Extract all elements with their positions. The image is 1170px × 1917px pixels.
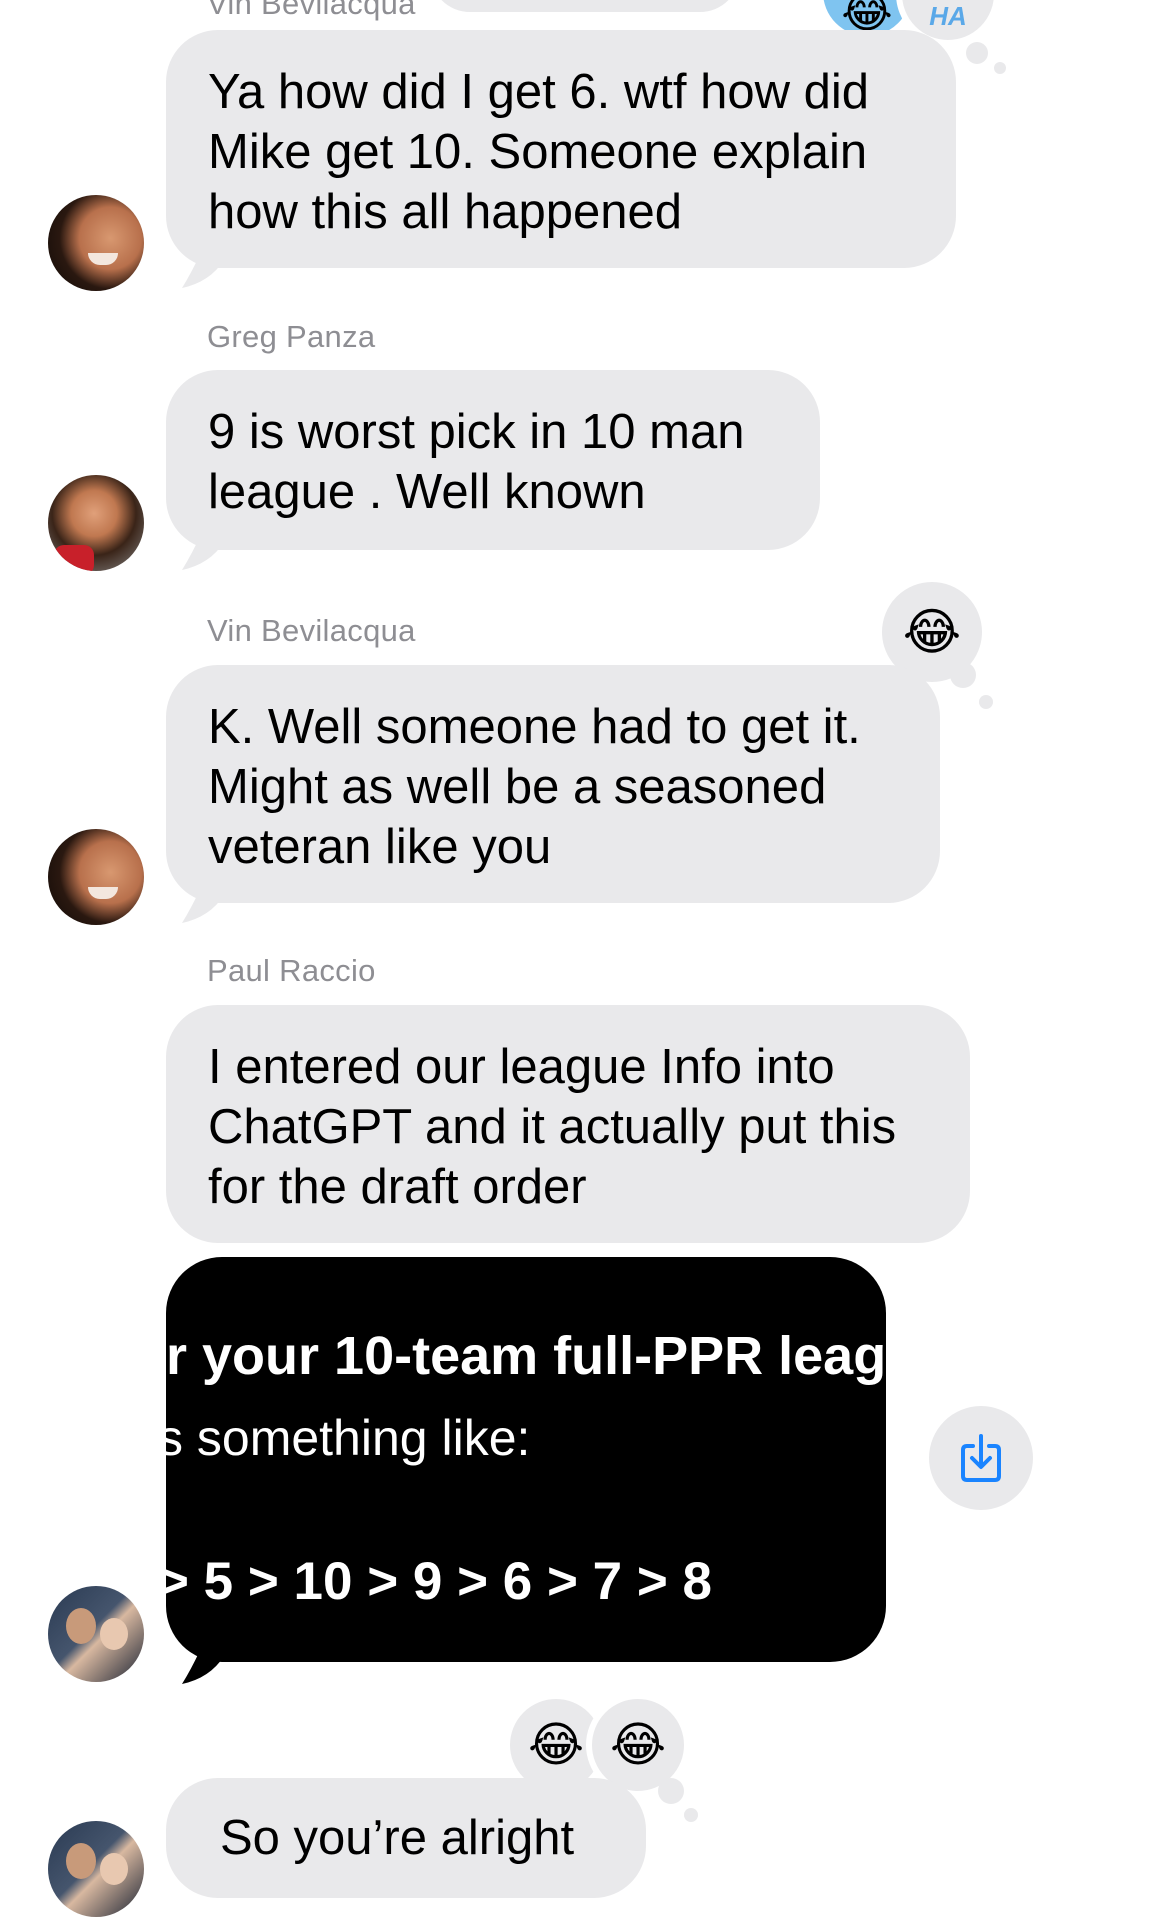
avatar-greg[interactable] — [48, 475, 144, 571]
reaction-dot — [979, 695, 993, 709]
avatar-face-detail — [66, 1608, 96, 1644]
message-bubble[interactable]: 9 is worst pick in 10 man league . Well … — [166, 370, 820, 550]
avatar-face-detail — [100, 1853, 128, 1885]
sender-name: Paul Raccio — [207, 953, 376, 988]
avatar-face-detail — [88, 253, 118, 265]
message-text: for the draft order — [208, 1160, 587, 1214]
laughing-emoji-icon: 😂 — [902, 604, 962, 660]
laughing-emoji-icon: 😂 — [609, 1719, 667, 1772]
message-text: Might as well be a seasoned — [208, 760, 827, 814]
laughing-emoji-icon: 😂 — [527, 1719, 585, 1772]
reaction-dot — [994, 62, 1006, 74]
message-bubble[interactable]: Ya how did I get 6. wtf how did Mike get… — [166, 30, 956, 268]
image-text-line: > 5 > 10 > 9 > 6 > 7 > 8 — [166, 1552, 713, 1611]
reaction-dot — [658, 1778, 684, 1804]
sender-name: Greg Panza — [207, 319, 376, 354]
avatar-vin[interactable] — [48, 195, 144, 291]
reaction-dot — [966, 42, 988, 64]
image-text-line: r your 10-team full-PPR leag — [166, 1326, 886, 1386]
avatar-paul[interactable] — [48, 1586, 144, 1682]
message-text: how this all happened — [208, 185, 683, 239]
avatar-face-detail — [100, 1618, 128, 1650]
message-text: 9 is worst pick in 10 man — [208, 405, 745, 459]
message-text: ChatGPT and it actually put this — [208, 1100, 897, 1154]
save-image-button[interactable] — [929, 1406, 1033, 1510]
previous-bubble-edge — [430, 0, 740, 12]
image-attachment[interactable]: r your 10-team full-PPR leag s something… — [166, 1257, 886, 1662]
message-text: So you’re alright — [220, 1811, 575, 1865]
avatar-shirt-detail — [54, 545, 94, 571]
message-text: Ya how did I get 6. wtf how did — [208, 65, 869, 119]
message-bubble[interactable]: So you’re alright — [166, 1778, 646, 1898]
message-text: K. Well someone had to get it. — [208, 700, 861, 754]
bubble-tail — [182, 532, 224, 570]
sender-name-top: Vin Bevilacqua — [207, 0, 416, 21]
bubble-tail — [182, 1646, 224, 1684]
image-text-line: s something like: — [166, 1410, 531, 1466]
sender-name: Vin Bevilacqua — [207, 613, 416, 648]
message-bubble[interactable]: K. Well someone had to get it. Might as … — [166, 665, 940, 903]
bubble-tail — [182, 885, 224, 923]
reaction-dot — [684, 1808, 698, 1822]
avatar-face-detail — [66, 1843, 96, 1879]
avatar-paul[interactable] — [48, 1821, 144, 1917]
ha-ha-icon: HA — [929, 0, 967, 31]
message-text: Mike get 10. Someone explain — [208, 125, 868, 179]
avatar-vin[interactable] — [48, 829, 144, 925]
save-to-photos-icon — [961, 1434, 1001, 1482]
avatar-face-detail — [88, 887, 118, 899]
message-text: league . Well known — [208, 465, 646, 519]
reaction-dot — [950, 662, 976, 688]
message-bubble[interactable]: I entered our league Info into ChatGPT a… — [166, 1005, 970, 1243]
bubble-tail — [182, 250, 224, 288]
message-text: veteran like you — [208, 820, 552, 874]
message-text: I entered our league Info into — [208, 1040, 835, 1094]
